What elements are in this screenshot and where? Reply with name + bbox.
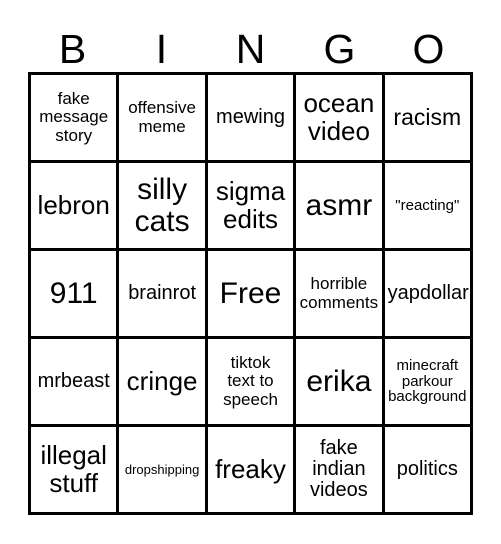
bingo-cell-label: fake message story: [39, 89, 109, 145]
bingo-cell-label: racism: [393, 104, 462, 131]
bingo-cell-r1-c5[interactable]: racism: [384, 75, 473, 163]
bingo-cell-r3-c5[interactable]: yapdollar: [384, 251, 473, 339]
bingo-cell-label: horrible comments: [299, 274, 379, 312]
bingo-free-cell[interactable]: Free: [207, 251, 297, 339]
bingo-grid: fake message story offensive meme mewing oc…: [28, 72, 473, 515]
bingo-cell-label: ocean video: [303, 87, 375, 146]
bingo-cell-label: brainrot: [128, 281, 196, 304]
bingo-cell-r5-c5[interactable]: politics: [384, 427, 473, 515]
bingo-cell-r5-c2[interactable]: dropshipping: [119, 427, 208, 515]
bingo-cell-r3-c1[interactable]: 911: [31, 251, 120, 339]
bingo-cell-r4-c4[interactable]: erika: [296, 339, 385, 427]
bingo-cell-label: lebron: [37, 189, 110, 220]
bingo-cell-r3-c4[interactable]: horrible comments: [296, 251, 385, 339]
bingo-cell-label: fake indian videos: [309, 436, 368, 502]
bingo-cell-r2-c3[interactable]: sigma edits: [207, 163, 297, 251]
bingo-cell-r1-c3[interactable]: mewing: [207, 75, 297, 163]
bingo-cell-label: mrbeast: [37, 369, 110, 392]
bingo-cell-label: 911: [49, 276, 98, 310]
bingo-header-letter-n: N: [235, 26, 266, 72]
bingo-cell-label: offensive meme: [128, 98, 196, 136]
bingo-cell-r2-c1[interactable]: lebron: [31, 163, 120, 251]
bingo-cell-r1-c1[interactable]: fake message story: [31, 75, 120, 163]
bingo-card: B I N G O fake message story offensive meme me…: [0, 0, 501, 544]
bingo-cell-label: asmr: [305, 188, 373, 222]
bingo-cell-r1-c4[interactable]: ocean video: [296, 75, 385, 163]
bingo-cell-label: yapdollar: [387, 281, 469, 304]
bingo-cell-r5-c1[interactable]: illegal stuff: [31, 427, 120, 515]
bingo-cell-label: erika: [306, 364, 372, 398]
bingo-cell-label: cringe: [126, 365, 198, 396]
bingo-header-letter-i: I: [155, 26, 168, 72]
bingo-header-letter-g: G: [323, 26, 356, 72]
bingo-cell-label: mewing: [216, 105, 285, 128]
bingo-cell-label: tiktok text to speech: [223, 353, 278, 409]
bingo-cell-label: freaky: [215, 453, 286, 484]
bingo-cell-r5-c4[interactable]: fake indian videos: [296, 427, 385, 515]
bingo-cell-r5-c3[interactable]: freaky: [207, 427, 297, 515]
bingo-header-letter-b: B: [58, 26, 87, 72]
bingo-cell-label: Free: [219, 276, 282, 310]
bingo-header-row: BINGO: [28, 18, 473, 72]
bingo-cell-r3-c2[interactable]: brainrot: [119, 251, 208, 339]
bingo-cell-label: "reacting": [395, 196, 460, 214]
bingo-cell-r4-c1[interactable]: mrbeast: [31, 339, 120, 427]
bingo-cell-r2-c2[interactable]: silly cats: [119, 163, 208, 251]
bingo-cell-label: silly cats: [134, 172, 190, 238]
bingo-cell-label: illegal stuff: [40, 439, 107, 498]
bingo-cell-label: minecraft parkour background: [388, 356, 467, 406]
bingo-cell-r2-c4[interactable]: asmr: [296, 163, 385, 251]
bingo-cell-label: sigma edits: [215, 175, 286, 234]
bingo-cell-r4-c5[interactable]: minecraft parkour background: [384, 339, 473, 427]
bingo-cell-r2-c5[interactable]: "reacting": [384, 163, 473, 251]
bingo-cell-label: politics: [396, 457, 458, 480]
bingo-cell-r4-c3[interactable]: tiktok text to speech: [207, 339, 297, 427]
bingo-cell-r1-c2[interactable]: offensive meme: [119, 75, 208, 163]
bingo-header-letter-o: O: [412, 26, 445, 72]
bingo-cell-label: dropshipping: [124, 461, 200, 477]
bingo-cell-r4-c2[interactable]: cringe: [119, 339, 208, 427]
